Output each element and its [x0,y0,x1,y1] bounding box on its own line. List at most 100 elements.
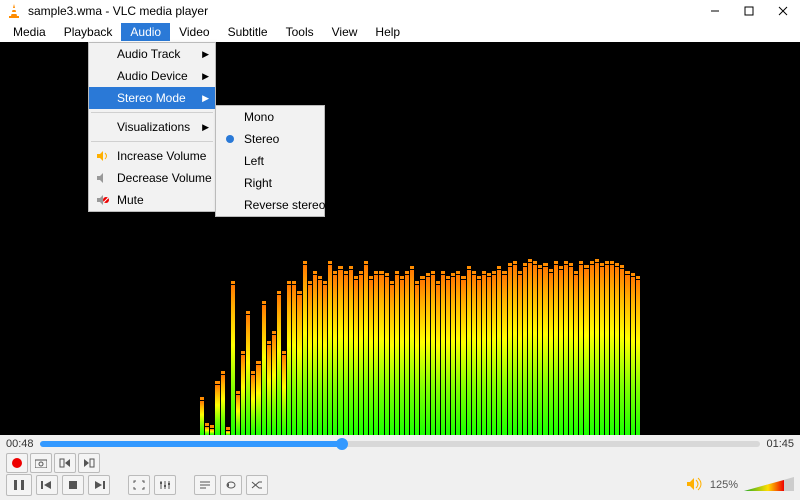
title-bar: sample3.wma - VLC media player [0,0,800,22]
spectrum-bar [385,277,389,435]
spectrum-bar [615,267,619,435]
spectrum-bar [415,285,419,435]
spectrum-bar [605,265,609,435]
spectrum-bar [579,265,583,435]
volume-down-icon [95,172,111,184]
spectrum-bar [369,280,373,435]
next-button[interactable] [88,475,110,495]
spectrum-bar [508,267,512,435]
spectrum-bar [595,263,599,435]
menu-view[interactable]: View [323,23,367,41]
window-title: sample3.wma - VLC media player [28,4,698,18]
camera-icon [35,458,47,468]
frame-back-button[interactable] [54,453,76,473]
volume-slider[interactable] [744,477,794,493]
spectrum-bar [477,280,481,435]
chevron-right-icon: ▶ [202,93,209,104]
menu-item-audio-device[interactable]: Audio Device▶ [89,65,215,87]
menu-item-mute[interactable]: Mute [89,189,215,211]
spectrum-bar [497,270,501,435]
spectrum-bar [636,280,640,435]
menu-audio[interactable]: Audio [121,23,170,41]
menu-item-right[interactable]: Right [216,172,324,194]
playback-toolbar: 125% [0,473,800,497]
spectrum-bar [482,275,486,435]
spectrum-bar [502,275,506,435]
menu-item-mono[interactable]: Mono [216,106,324,128]
spectrum-bar [513,265,517,435]
spectrum-bar [200,401,204,435]
audio-dropdown: Audio Track▶ Audio Device▶ Stereo Mode▶ … [88,42,216,212]
spectrum-bar [492,275,496,435]
spectrum-bar [487,277,491,435]
spectrum-bar [569,267,573,435]
menu-help[interactable]: Help [366,23,409,41]
menu-item-audio-track[interactable]: Audio Track▶ [89,43,215,65]
chevron-right-icon: ▶ [202,49,209,60]
menu-item-increase-volume[interactable]: Increase Volume [89,145,215,167]
chevron-right-icon: ▶ [202,122,209,133]
stop-button[interactable] [62,475,84,495]
seek-slider[interactable] [40,441,761,447]
menu-video[interactable]: Video [170,23,218,41]
frame-forward-icon [83,458,95,468]
previous-button[interactable] [36,475,58,495]
time-elapsed: 00:48 [6,438,34,450]
spectrum-bar [549,273,553,435]
spectrum-bar [292,285,296,435]
playlist-button[interactable] [194,475,216,495]
spectrum-bar [267,345,271,435]
menu-item-decrease-volume[interactable]: Decrease Volume [89,167,215,189]
spectrum-visualization [200,235,640,435]
spectrum-bar [620,269,624,435]
menu-item-reverse-stereo[interactable]: Reverse stereo [216,194,324,216]
chevron-right-icon: ▶ [202,71,209,82]
menu-separator [91,141,213,142]
spectrum-bar [564,265,568,435]
spectrum-bar [364,265,368,435]
seek-knob[interactable] [336,438,348,450]
menu-item-visualizations[interactable]: Visualizations▶ [89,116,215,138]
spectrum-bar [631,277,635,435]
frame-forward-button[interactable] [78,453,100,473]
menu-playback[interactable]: Playback [55,23,122,41]
spectrum-bar [441,275,445,435]
menu-item-left[interactable]: Left [216,150,324,172]
speaker-icon[interactable] [686,477,704,494]
spectrum-bar [395,275,399,435]
menu-tools[interactable]: Tools [277,23,323,41]
menu-bar: Media Playback Audio Video Subtitle Tool… [0,22,800,42]
minimize-button[interactable] [698,0,732,22]
menu-separator [91,112,213,113]
spectrum-bar [467,270,471,435]
skip-previous-icon [41,480,53,490]
menu-item-stereo[interactable]: Stereo [216,128,324,150]
spectrum-bar [308,285,312,435]
spectrum-bar [600,267,604,435]
seek-bar-row: 00:48 01:45 [0,435,800,453]
menu-media[interactable]: Media [4,23,55,41]
radio-selected-icon [222,135,238,143]
spectrum-bar [251,375,255,435]
spectrum-bar [472,275,476,435]
shuffle-button[interactable] [246,475,268,495]
spectrum-bar [374,275,378,435]
spectrum-bar [344,275,348,435]
fullscreen-button[interactable] [128,475,150,495]
loop-button[interactable] [220,475,242,495]
snapshot-button[interactable] [30,453,52,473]
spectrum-bar [333,275,337,435]
spectrum-bar [215,385,219,435]
menu-subtitle[interactable]: Subtitle [219,23,277,41]
extended-settings-button[interactable] [154,475,176,495]
volume-percent: 125% [710,479,738,491]
spectrum-bar [554,265,558,435]
record-button[interactable] [6,453,28,473]
pause-button[interactable] [6,474,32,496]
volume-control: 125% [686,477,794,494]
close-button[interactable] [766,0,800,22]
menu-item-stereo-mode[interactable]: Stereo Mode▶ [89,87,215,109]
spectrum-bar [277,295,281,435]
spectrum-bar [518,275,522,435]
maximize-button[interactable] [732,0,766,22]
